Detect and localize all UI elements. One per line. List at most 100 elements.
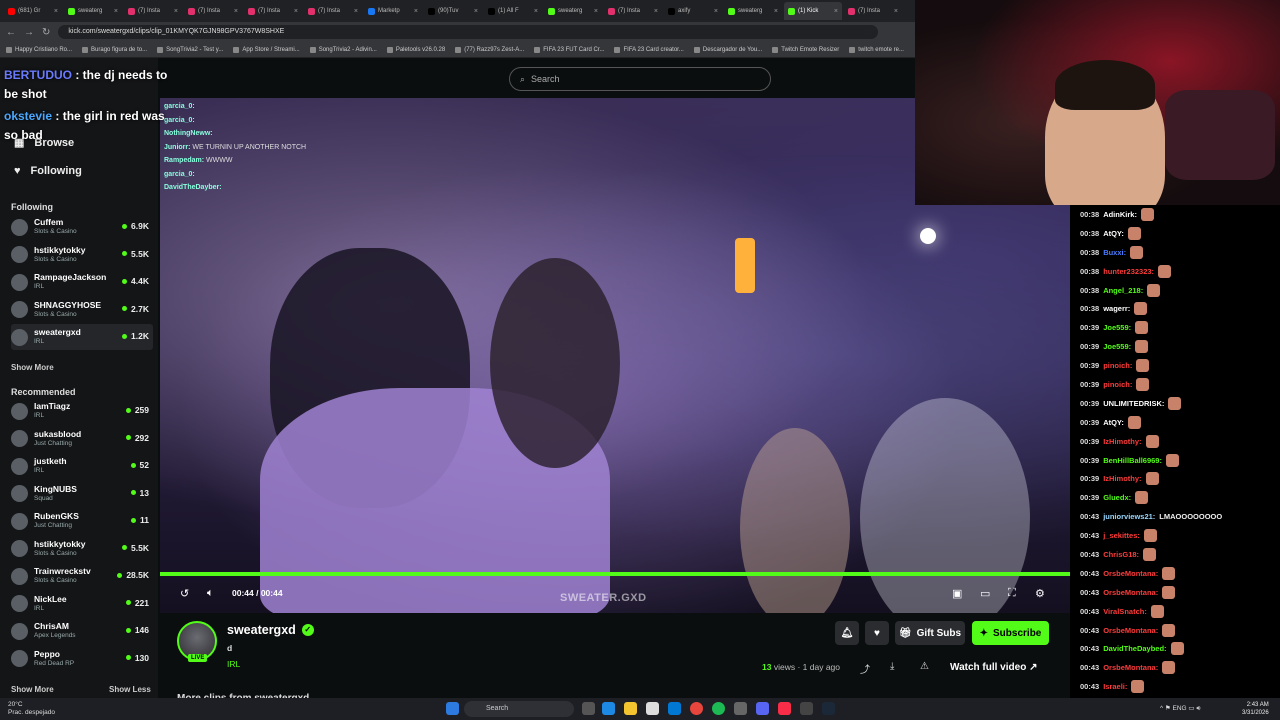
- back-icon[interactable]: ←: [6, 27, 16, 38]
- browser-tab[interactable]: (7) Insta ×: [124, 2, 182, 20]
- bookmark-item[interactable]: FIFA 23 Card creator...: [614, 46, 684, 53]
- file-explorer-icon[interactable]: [624, 702, 637, 715]
- browser-tab[interactable]: (7) Insta ×: [244, 2, 302, 20]
- close-icon[interactable]: ×: [474, 8, 478, 15]
- close-icon[interactable]: ×: [54, 8, 58, 15]
- follow-button[interactable]: ♥: [865, 621, 889, 645]
- show-more-recommended[interactable]: Show More: [11, 685, 54, 694]
- replay-icon[interactable]: ↺: [180, 587, 189, 600]
- reload-icon[interactable]: ↻: [42, 27, 50, 38]
- sidebar-channel[interactable]: sweatergxd IRL 1.2K: [11, 324, 153, 350]
- sidebar-channel[interactable]: sukasblood Just Chatting 292: [11, 426, 153, 452]
- channel-name[interactable]: sweatergxd ✓: [227, 623, 314, 637]
- bookmark-item[interactable]: Burago figura de to...: [82, 46, 147, 53]
- fullscreen-icon[interactable]: ⛶: [1008, 587, 1016, 600]
- store-icon[interactable]: [646, 702, 659, 715]
- browser-tab[interactable]: (7) Insta ×: [604, 2, 662, 20]
- close-icon[interactable]: ×: [654, 8, 658, 15]
- close-icon[interactable]: ×: [414, 8, 418, 15]
- clip-category[interactable]: IRL: [227, 659, 240, 669]
- bookmark-item[interactable]: SongTrivia2 - Test y...: [157, 46, 223, 53]
- clock[interactable]: 2:43 AM 3/31/2026: [1242, 701, 1269, 717]
- sidebar-channel[interactable]: justketh IRL 52: [11, 453, 153, 479]
- weather-widget[interactable]: 20°C Prac. despejado: [8, 701, 55, 717]
- close-icon[interactable]: ×: [354, 8, 358, 15]
- close-icon[interactable]: ×: [294, 8, 298, 15]
- discord-icon[interactable]: [756, 702, 769, 715]
- browser-tab[interactable]: (90)Tuv ×: [424, 2, 482, 20]
- mail-icon[interactable]: [668, 702, 681, 715]
- browser-tab[interactable]: sweaterg ×: [544, 2, 602, 20]
- browser-tab[interactable]: (1) Kick ×: [784, 2, 842, 20]
- close-icon[interactable]: ×: [234, 8, 238, 15]
- close-icon[interactable]: ×: [534, 8, 538, 15]
- browser-tab[interactable]: (7) Insta ×: [304, 2, 362, 20]
- sidebar-channel[interactable]: NickLee IRL 221: [11, 591, 153, 617]
- spotify-icon[interactable]: [712, 702, 725, 715]
- music-icon[interactable]: [778, 702, 791, 715]
- theater-icon[interactable]: ▭: [980, 587, 990, 600]
- task-view-icon[interactable]: [582, 702, 595, 715]
- sidebar-channel[interactable]: hstikkytokky Slots & Casino 5.5K: [11, 536, 153, 562]
- forward-icon[interactable]: →: [24, 27, 34, 38]
- bookmark-item[interactable]: SongTrivia2 - Adivin...: [309, 46, 377, 53]
- show-less-recommended[interactable]: Show Less: [109, 685, 151, 694]
- bookmark-item[interactable]: (77) Razz97s Zest-A...: [455, 46, 524, 53]
- obs-icon[interactable]: [800, 702, 813, 715]
- search-input[interactable]: ⌕ Search: [509, 67, 771, 91]
- browser-tab[interactable]: (681) Gr ×: [4, 2, 62, 20]
- browser-tab[interactable]: (1) All F ×: [484, 2, 542, 20]
- show-more-following[interactable]: Show More: [11, 363, 54, 372]
- close-icon[interactable]: ×: [174, 8, 178, 15]
- sidebar-channel[interactable]: RampageJackson IRL 4.4K: [11, 269, 153, 295]
- browser-tab[interactable]: (7) Insta ×: [184, 2, 242, 20]
- gift-subs-button[interactable]: 🎁︎ Gift Subs: [895, 621, 965, 645]
- bookmark-item[interactable]: Happy Cristiano Ro...: [6, 46, 72, 53]
- sidebar-channel[interactable]: KingNUBS Squad 13: [11, 481, 153, 507]
- browser-tab[interactable]: Marketp ×: [364, 2, 422, 20]
- bookmark-item[interactable]: Paletools v26.0.28: [386, 46, 445, 53]
- chrome-icon[interactable]: [690, 702, 703, 715]
- pip-icon[interactable]: ▣: [952, 587, 962, 600]
- windows-start-icon[interactable]: [446, 702, 459, 715]
- taskbar-search[interactable]: Search: [464, 701, 574, 717]
- url-field[interactable]: kick.com/sweatergxd/clips/clip_01KMYQK7G…: [58, 25, 879, 39]
- notification-button[interactable]: 🔔︎: [835, 621, 859, 645]
- browser-tab[interactable]: sweaterg ×: [64, 2, 122, 20]
- sidebar-channel[interactable]: IamTiagz IRL 259: [11, 398, 153, 424]
- download-icon[interactable]: ⤓: [890, 661, 894, 672]
- close-icon[interactable]: ×: [594, 8, 598, 15]
- bookmark-item[interactable]: FIFA 23 FUT Card Cr...: [534, 46, 604, 53]
- system-tray[interactable]: ^ ⚑ ENG ▭ 🔊︎: [1160, 704, 1200, 713]
- browser-tab[interactable]: (7) Insta ×: [844, 2, 902, 20]
- subscribe-button[interactable]: ✦ Subscribe: [972, 621, 1049, 645]
- progress-bar[interactable]: [160, 572, 1070, 576]
- share-icon[interactable]: ⤴: [860, 661, 870, 676]
- bookmark-item[interactable]: twitch emote re...: [849, 46, 904, 53]
- watch-full-video-link[interactable]: Watch full video ↗: [950, 662, 1037, 673]
- browser-tab[interactable]: sweaterg ×: [724, 2, 782, 20]
- sidebar-channel[interactable]: RubenGKS Just Chatting 11: [11, 508, 153, 534]
- close-icon[interactable]: ×: [714, 8, 718, 15]
- bookmark-item[interactable]: Descargador de You...: [693, 46, 762, 53]
- edge-icon[interactable]: [602, 702, 615, 715]
- sidebar-item-following[interactable]: ♥ Following: [14, 165, 82, 177]
- settings-icon[interactable]: ⚙: [1035, 587, 1045, 600]
- sidebar-channel[interactable]: ChrisAM Apex Legends 146: [11, 618, 153, 644]
- sidebar-channel[interactable]: Peppo Red Dead RP 130: [11, 646, 153, 672]
- close-icon[interactable]: ×: [894, 8, 898, 15]
- bookmark-item[interactable]: App Store / Streami...: [233, 46, 300, 53]
- bookmark-item[interactable]: Twitch Emote Resizer: [772, 46, 839, 53]
- browser-tab[interactable]: axify ×: [664, 2, 722, 20]
- sidebar-channel[interactable]: Trainwreckstv Slots & Casino 28.5K: [11, 563, 153, 589]
- close-icon[interactable]: ×: [774, 8, 778, 15]
- close-icon[interactable]: ×: [834, 8, 838, 15]
- report-icon[interactable]: ⚠: [920, 661, 929, 672]
- sidebar-channel[interactable]: SHNAGGYHOSE Slots & Casino 2.7K: [11, 297, 153, 323]
- sidebar-channel[interactable]: Cuffem Slots & Casino 6.9K: [11, 214, 153, 240]
- sidebar-channel[interactable]: hstikkytokky Slots & Casino 5.5K: [11, 242, 153, 268]
- steam-icon[interactable]: [822, 702, 835, 715]
- github-icon[interactable]: [734, 702, 747, 715]
- volume-icon[interactable]: 🔈︎: [207, 587, 214, 600]
- close-icon[interactable]: ×: [114, 8, 118, 15]
